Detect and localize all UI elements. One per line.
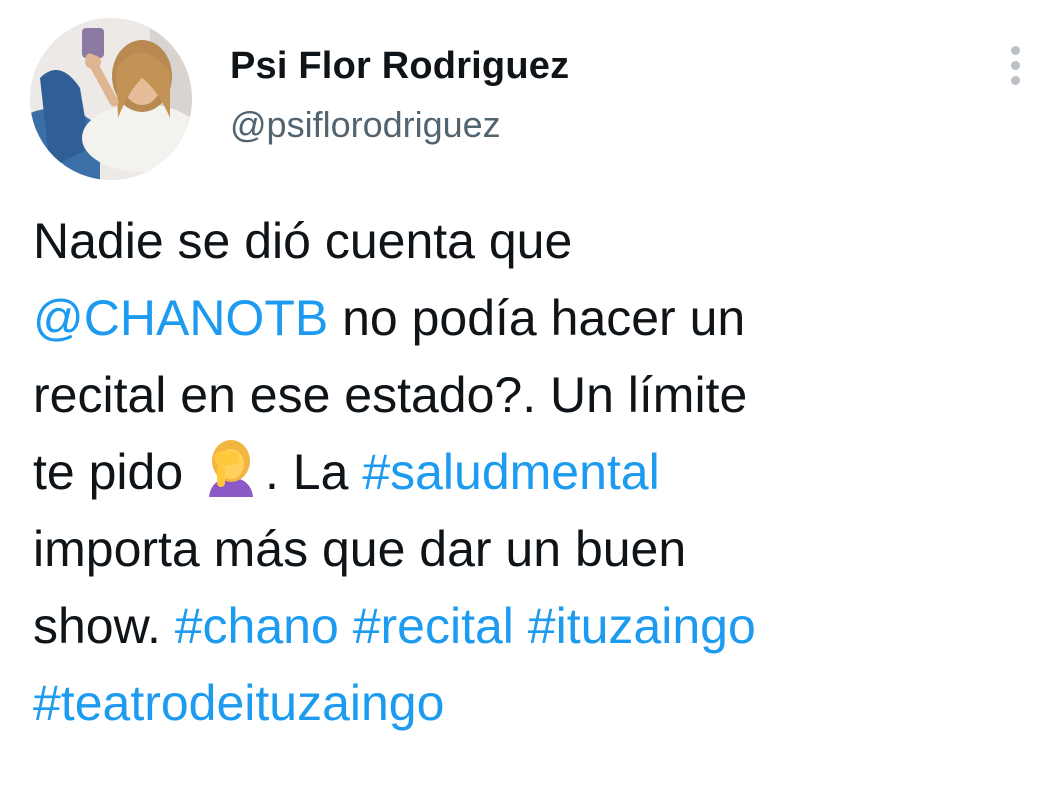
face-palm-emoji <box>203 437 259 497</box>
tweet-header: Psi Flor Rodriguez @psiflorodriguez <box>30 18 1030 183</box>
author-display-name[interactable]: Psi Flor Rodriguez <box>230 44 569 88</box>
avatar[interactable] <box>30 18 192 180</box>
tweet-line: te pido . La #saludmental <box>33 434 1033 511</box>
tweet-line: show. #chano #recital #ituzaingo <box>33 588 1033 665</box>
avatar-image <box>30 18 192 180</box>
author-names: Psi Flor Rodriguez @psiflorodriguez <box>230 44 569 146</box>
tweet-line: @CHANOTB no podía hacer un <box>33 280 1033 357</box>
tweet-text-segment <box>339 598 353 654</box>
tweet-text: Nadie se dió cuenta que @CHANOTB no podía… <box>33 203 1033 742</box>
hashtag-link[interactable]: #teatrodeituzaingo <box>33 675 444 731</box>
mention-link[interactable]: @CHANOTB <box>33 290 328 346</box>
tweet-text-segment: show. <box>33 598 175 654</box>
tweet-text-segment: te pido <box>33 444 198 500</box>
hashtag-link[interactable]: #recital <box>353 598 514 654</box>
tweet-text-segment: . La <box>265 444 363 500</box>
tweet-line: importa más que dar un buen <box>33 511 1033 588</box>
tweet-text-segment: Nadie se dió cuenta que <box>33 213 573 269</box>
tweet-text-segment: importa más que dar un buen <box>33 521 687 577</box>
tweet-line: #teatrodeituzaingo <box>33 665 1033 742</box>
tweet-line: Nadie se dió cuenta que <box>33 203 1033 280</box>
tweet-text-segment: no podía hacer un <box>328 290 746 346</box>
hashtag-link[interactable]: #chano <box>175 598 339 654</box>
hashtag-link[interactable]: #saludmental <box>362 444 659 500</box>
tweet-text-segment <box>514 598 528 654</box>
author-handle[interactable]: @psiflorodriguez <box>230 104 569 146</box>
tweet-text-segment: recital en ese estado?. Un límite <box>33 367 748 423</box>
hashtag-link[interactable]: #ituzaingo <box>528 598 756 654</box>
tweet-line: recital en ese estado?. Un límite <box>33 357 1033 434</box>
more-vertical-icon[interactable] <box>1000 46 1030 96</box>
